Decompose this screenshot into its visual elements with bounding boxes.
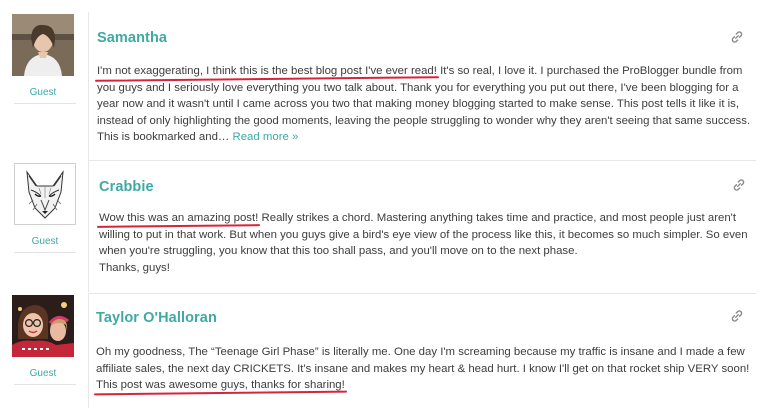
comment-samantha: Guest Samantha I'm not exaggerating, I t…	[0, 0, 768, 160]
avatar[interactable]	[12, 295, 74, 357]
divider	[88, 160, 89, 292]
role-label: Guest	[31, 236, 59, 247]
comment-crabbie: Guest Crabbie Wow this was an amazing po…	[0, 160, 768, 292]
divider	[14, 384, 76, 385]
comment-author[interactable]: Taylor O'Halloran	[96, 310, 217, 326]
divider	[88, 293, 89, 408]
highlighted-text: This post was awesome guys, thanks for s…	[96, 379, 345, 392]
role-label: Guest	[29, 368, 57, 379]
comment-body: I'm not exaggerating, I think this is th…	[97, 63, 757, 146]
comment-text: Oh my goodness, The “Teenage Girl Phase”…	[96, 346, 750, 375]
comment-author[interactable]: Crabbie	[99, 179, 154, 195]
avatar[interactable]	[14, 163, 76, 225]
role-label: Guest	[29, 87, 57, 98]
link-icon[interactable]	[730, 30, 744, 44]
divider	[88, 12, 89, 160]
highlighted-text: I'm not exaggerating, I think this is th…	[97, 65, 437, 77]
comment-taylor: Guest Taylor O'Halloran Oh my goodness, …	[0, 293, 768, 408]
divider	[14, 252, 76, 253]
comment-body: Oh my goodness, The “Teenage Girl Phase”…	[96, 344, 756, 394]
comment-author[interactable]: Samantha	[97, 30, 167, 46]
highlighted-text: Wow this was an amazing post!	[99, 212, 259, 224]
avatar[interactable]	[12, 14, 74, 76]
link-icon[interactable]	[730, 309, 744, 323]
divider	[14, 103, 76, 104]
read-more-link[interactable]: Read more »	[232, 131, 298, 143]
comment-body: Wow this was an amazing post! Really str…	[99, 210, 759, 276]
comment-text: Thanks, guys!	[99, 261, 170, 274]
link-icon[interactable]	[732, 178, 746, 192]
